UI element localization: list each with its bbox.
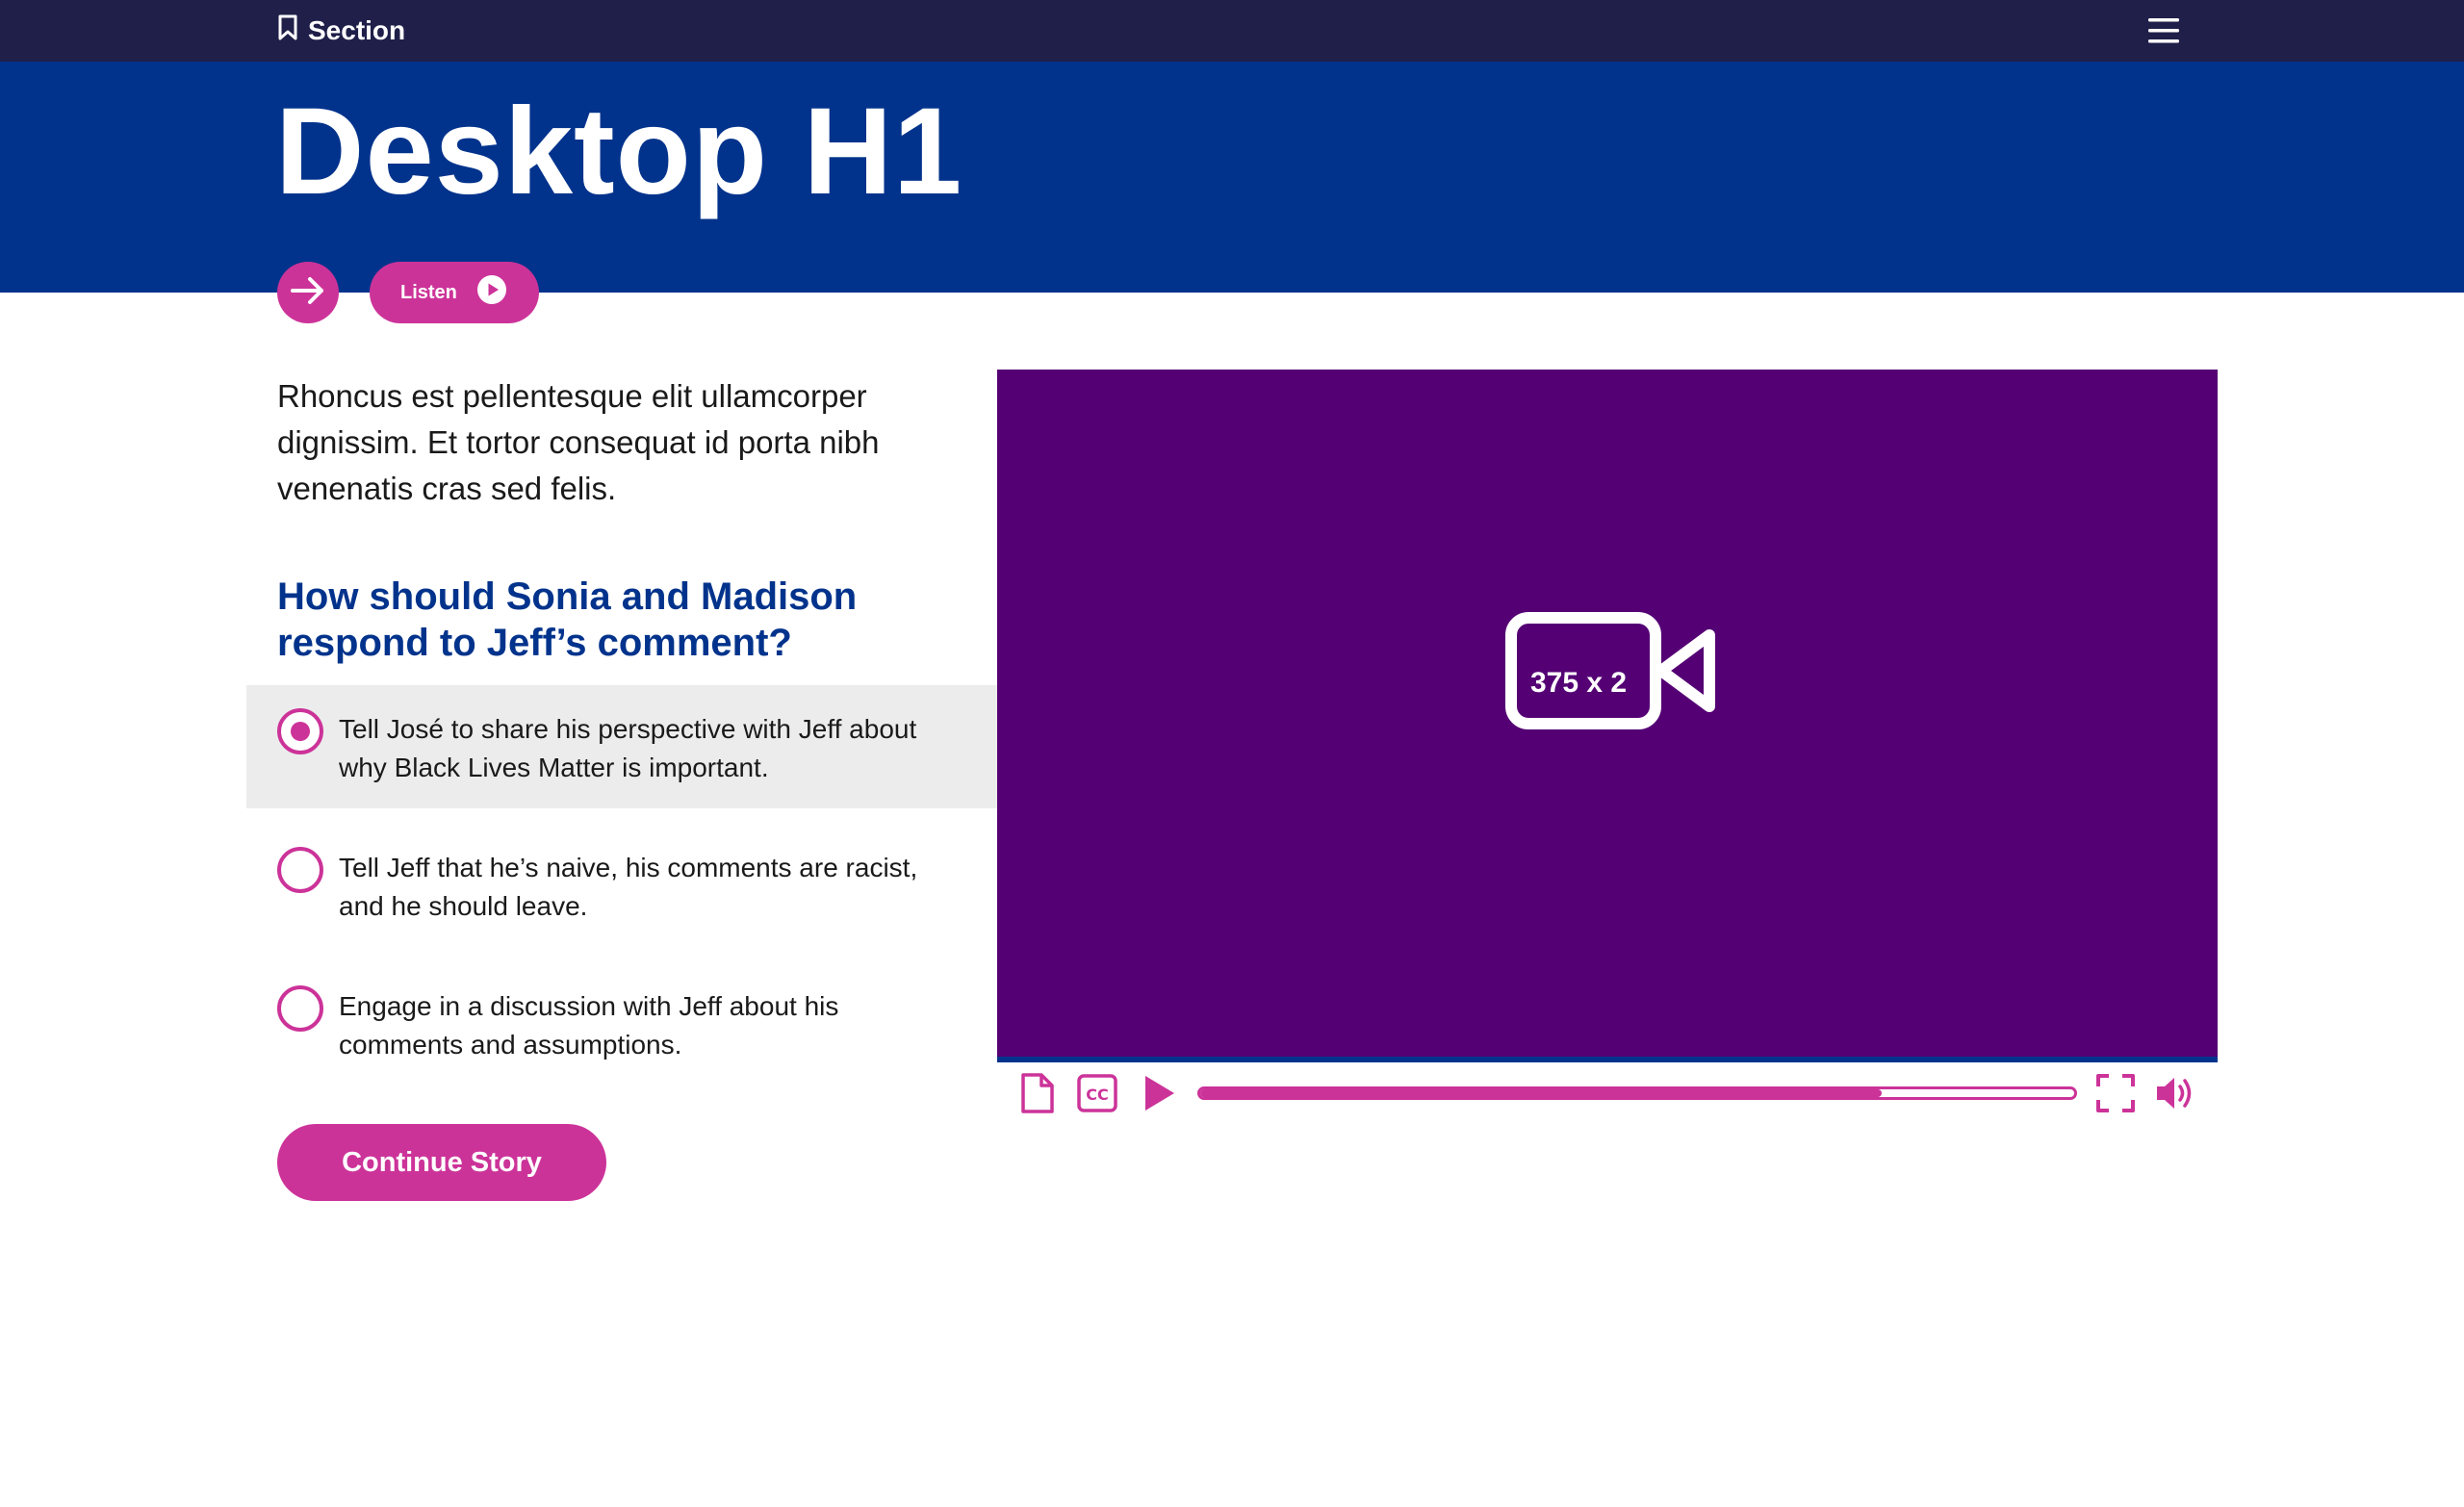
transcript-icon[interactable] [1016, 1070, 1059, 1116]
radio-button-selected[interactable] [277, 708, 323, 754]
page-title: Desktop H1 [275, 83, 963, 220]
top-bar: Section [0, 0, 2464, 62]
bookmark-icon [277, 14, 298, 48]
video-controls: CC [997, 1070, 2218, 1120]
answer-option-3[interactable]: Engage in a discussion with Jeff about h… [246, 962, 997, 1086]
video-player[interactable]: 375 x 2 [997, 370, 2218, 1062]
fullscreen-icon[interactable] [2094, 1070, 2137, 1116]
arrow-right-icon [290, 275, 326, 311]
answer-option-label: Tell Jeff that he’s naive, his comments … [339, 853, 918, 921]
section-link[interactable]: Section [277, 13, 405, 48]
video-placeholder-label: 375 x 2 [1530, 667, 1628, 699]
answer-option-label: Engage in a discussion with Jeff about h… [339, 991, 839, 1060]
section-label: Section [308, 15, 406, 45]
video-progress-bar[interactable] [1197, 1086, 2077, 1100]
answer-option-2[interactable]: Tell Jeff that he’s naive, his comments … [246, 824, 997, 947]
volume-icon[interactable] [2154, 1070, 2196, 1116]
continue-story-button[interactable]: Continue Story [277, 1124, 606, 1201]
hamburger-menu-icon[interactable] [2144, 13, 2183, 48]
listen-label: Listen [400, 281, 457, 303]
hero-banner: Desktop H1 [0, 62, 2464, 293]
question-heading: How should Sonia and Madison respond to … [277, 575, 858, 664]
radio-selected-dot [291, 722, 310, 741]
listen-button[interactable]: Listen [370, 262, 539, 323]
cc-label: CC [1086, 1086, 1108, 1104]
radio-button[interactable] [277, 985, 323, 1032]
answer-option-1[interactable]: Tell José to share his perspective with … [246, 685, 997, 808]
next-arrow-button[interactable] [277, 262, 339, 323]
video-progress-fill [1200, 1089, 1883, 1097]
play-circle-icon [476, 274, 507, 311]
intro-paragraph: Rhoncus est pellentesque elit ullamcorpe… [277, 378, 880, 506]
answer-option-label: Tell José to share his perspective with … [339, 714, 917, 782]
closed-captions-icon[interactable]: CC [1076, 1070, 1118, 1116]
play-icon[interactable] [1138, 1070, 1180, 1116]
radio-button[interactable] [277, 847, 323, 893]
